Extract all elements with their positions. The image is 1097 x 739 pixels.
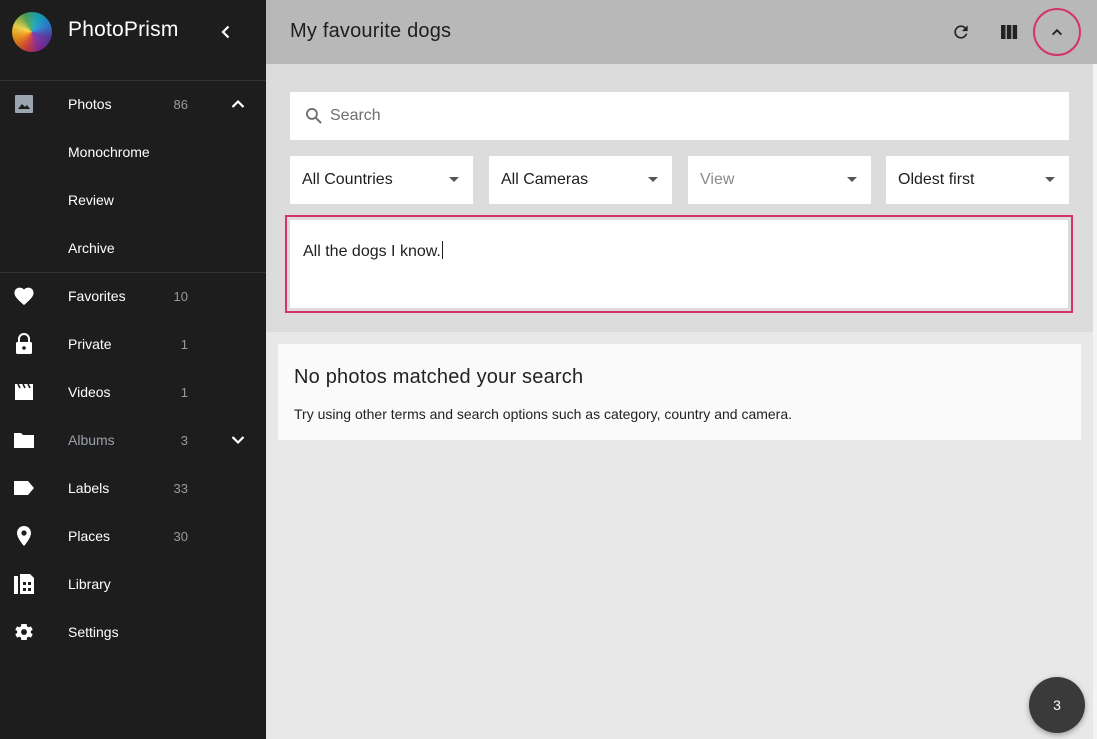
dropdown-arrow-icon bbox=[449, 177, 459, 182]
image-icon bbox=[12, 92, 36, 116]
empty-results-title: No photos matched your search bbox=[294, 366, 584, 388]
photoprism-logo[interactable] bbox=[12, 12, 52, 52]
filter-panel: All Countries All Cameras View Oldest fi… bbox=[266, 64, 1093, 332]
heart-icon bbox=[12, 284, 36, 308]
sidebar-item-private[interactable]: Private 1 bbox=[0, 320, 266, 368]
sidebar-item-count: 3 bbox=[180, 433, 188, 448]
album-description-wrap: All the dogs I know. bbox=[303, 241, 443, 261]
sidebar-item-label: Videos bbox=[68, 384, 111, 400]
search-icon bbox=[302, 104, 326, 128]
sidebar-item-label: Archive bbox=[68, 240, 115, 256]
sidebar-item-label: Labels bbox=[68, 480, 110, 496]
chevron-left-icon bbox=[221, 25, 230, 39]
gear-icon bbox=[12, 620, 36, 644]
sidebar-item-label: Library bbox=[68, 576, 111, 592]
camera-select[interactable]: All Cameras bbox=[489, 156, 672, 204]
sidebar-item-photos[interactable]: Photos 86 bbox=[0, 80, 266, 128]
search-field[interactable] bbox=[290, 92, 1069, 140]
library-icon bbox=[12, 572, 36, 596]
sort-order-select-value: Oldest first bbox=[898, 171, 975, 188]
sidebar-item-count: 33 bbox=[173, 481, 188, 496]
sidebar-item-count: 30 bbox=[173, 529, 188, 544]
dropdown-arrow-icon bbox=[648, 177, 658, 182]
sidebar-item-favorites[interactable]: Favorites 10 bbox=[0, 272, 266, 320]
sidebar-item-label: Settings bbox=[68, 624, 119, 640]
scrollbar-track[interactable] bbox=[1093, 64, 1097, 739]
sidebar-item-label: Monochrome bbox=[68, 144, 150, 160]
sidebar-item-count: 10 bbox=[173, 289, 188, 304]
search-input[interactable] bbox=[330, 92, 1050, 140]
sidebar-item-review[interactable]: Review bbox=[0, 176, 266, 224]
clipboard-count-button[interactable]: 3 bbox=[1029, 677, 1085, 733]
collapse-filters-button[interactable] bbox=[1033, 8, 1081, 56]
dropdown-arrow-icon bbox=[847, 177, 857, 182]
toolbar: My favourite dogs bbox=[266, 0, 1097, 64]
sidebar-item-label: Albums bbox=[68, 432, 115, 448]
album-description-field[interactable]: All the dogs I know. bbox=[285, 215, 1073, 313]
country-select[interactable]: All Countries bbox=[290, 156, 473, 204]
folder-icon bbox=[12, 428, 36, 452]
page-title: My favourite dogs bbox=[290, 20, 452, 42]
sort-order-select[interactable]: Oldest first bbox=[886, 156, 1069, 204]
view-select[interactable]: View bbox=[688, 156, 871, 204]
empty-results-card: No photos matched your search Try using … bbox=[278, 344, 1081, 440]
sidebar-item-videos[interactable]: Videos 1 bbox=[0, 368, 266, 416]
sidebar: PhotoPrism Photos 86 Monochrome Review A… bbox=[0, 0, 266, 739]
sidebar-item-label: Places bbox=[68, 528, 111, 544]
sidebar-item-monochrome[interactable]: Monochrome bbox=[0, 128, 266, 176]
text-cursor bbox=[441, 241, 443, 259]
sidebar-item-settings[interactable]: Settings bbox=[0, 608, 266, 656]
country-select-value: All Countries bbox=[302, 171, 393, 188]
chevron-down-icon[interactable] bbox=[226, 428, 250, 452]
camera-select-value: All Cameras bbox=[501, 171, 589, 188]
sidebar-item-archive[interactable]: Archive bbox=[0, 224, 266, 272]
app-name: PhotoPrism bbox=[68, 18, 179, 41]
chevron-up-icon[interactable] bbox=[226, 92, 250, 116]
view-select-value: View bbox=[700, 171, 735, 188]
refresh-icon bbox=[954, 25, 968, 39]
refresh-button[interactable] bbox=[937, 8, 985, 56]
lock-icon bbox=[12, 332, 36, 356]
sidebar-item-library[interactable]: Library bbox=[0, 560, 266, 608]
sidebar-item-label: Private bbox=[68, 336, 112, 352]
album-description-text: All the dogs I know. bbox=[303, 243, 441, 260]
sidebar-item-labels[interactable]: Labels 33 bbox=[0, 464, 266, 512]
dropdown-arrow-icon bbox=[1045, 177, 1055, 182]
sidebar-item-albums[interactable]: Albums 3 bbox=[0, 416, 266, 464]
sidebar-item-count: 86 bbox=[173, 97, 188, 112]
view-columns-icon bbox=[1001, 25, 1018, 39]
album-description-input[interactable]: All the dogs I know. bbox=[290, 220, 1068, 308]
sidebar-item-label: Photos bbox=[68, 96, 112, 112]
sidebar-item-label: Favorites bbox=[68, 288, 126, 304]
collapse-sidebar-button[interactable] bbox=[212, 18, 240, 46]
place-icon bbox=[12, 524, 36, 548]
sidebar-item-count: 1 bbox=[180, 337, 188, 352]
label-icon bbox=[12, 476, 36, 500]
sidebar-item-places[interactable]: Places 30 bbox=[0, 512, 266, 560]
view-toggle-button[interactable] bbox=[985, 8, 1033, 56]
sidebar-item-label: Review bbox=[68, 192, 114, 208]
empty-results-text: Try using other terms and search options… bbox=[294, 406, 793, 422]
movie-icon bbox=[12, 380, 36, 404]
sidebar-item-count: 1 bbox=[180, 385, 188, 400]
brand: PhotoPrism bbox=[0, 0, 266, 64]
chevron-up-icon bbox=[1051, 28, 1063, 36]
